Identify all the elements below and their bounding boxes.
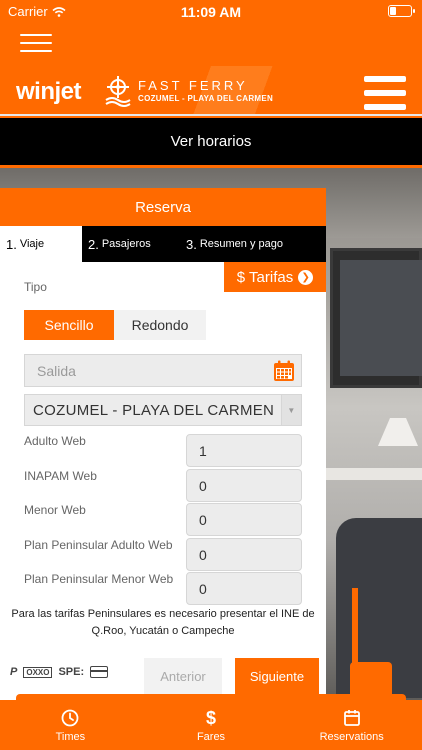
tab-times[interactable]: Times bbox=[0, 700, 141, 750]
app-screen: Carrier 11:09 AM winjet FAST FERRY COZUM… bbox=[0, 0, 422, 750]
route-selected-value: COZUMEL - PLAYA DEL CARMEN bbox=[33, 401, 275, 419]
status-time: 11:09 AM bbox=[180, 4, 242, 20]
chevron-down-icon: ▼ bbox=[281, 395, 301, 425]
tarifas-button[interactable]: $ Tarifas ❯ bbox=[224, 262, 326, 292]
siguiente-button[interactable]: Siguiente bbox=[235, 658, 319, 694]
route-select[interactable]: COZUMEL - PLAYA DEL CARMEN ▼ bbox=[24, 394, 302, 426]
step-resumen-pago[interactable]: 3. Resumen y pago bbox=[180, 226, 326, 262]
chevron-right-circle-icon: ❯ bbox=[298, 269, 314, 285]
oxxo-icon: OXXO bbox=[23, 666, 53, 678]
spei-icon: SPE: bbox=[58, 666, 85, 678]
tab-fares[interactable]: $ Fares bbox=[141, 700, 282, 750]
brand-header: winjet FAST FERRY COZUMEL - PLAYA DEL CA… bbox=[0, 66, 422, 116]
floating-action-button[interactable] bbox=[350, 662, 392, 702]
tab-label: Times bbox=[55, 731, 86, 743]
calendar-icon[interactable] bbox=[273, 360, 295, 382]
pax-menor-input[interactable]: 0 bbox=[186, 503, 302, 536]
pax-row-adulto: Adulto Web 1 bbox=[24, 434, 302, 468]
reserva-card: Reserva 1. Viaje 2. Pasajeros 3. Resumen… bbox=[0, 188, 326, 702]
pax-adulto-input[interactable]: 1 bbox=[186, 434, 302, 467]
pax-row-menor: Menor Web 0 bbox=[24, 503, 302, 537]
brand-product: FAST FERRY bbox=[138, 78, 248, 93]
pax-label: Menor Web bbox=[24, 503, 86, 517]
pax-peninsular-menor-input[interactable]: 0 bbox=[186, 572, 302, 605]
tab-label: Fares bbox=[196, 731, 226, 743]
clock-icon bbox=[61, 707, 79, 729]
pax-peninsular-adulto-input[interactable]: 0 bbox=[186, 538, 302, 571]
pax-label: Adulto Web bbox=[24, 434, 86, 448]
credit-card-icon bbox=[90, 666, 109, 678]
salida-placeholder: Salida bbox=[37, 362, 76, 379]
brand-route-tagline: COZUMEL - PLAYA DEL CARMEN bbox=[138, 94, 274, 103]
ver-horarios-button[interactable]: Ver horarios bbox=[0, 116, 422, 168]
peninsular-notice: Para las tarifas Peninsulares es necesar… bbox=[11, 608, 315, 637]
top-bar: Carrier 11:09 AM bbox=[0, 0, 422, 66]
side-menu-button[interactable] bbox=[20, 34, 52, 52]
tab-reservations[interactable]: Reservations bbox=[281, 700, 422, 750]
pax-inapam-input[interactable]: 0 bbox=[186, 469, 302, 502]
paypal-icon: P bbox=[10, 666, 18, 678]
pax-label: Plan Peninsular Adulto Web bbox=[24, 538, 173, 552]
calendar-icon bbox=[343, 707, 361, 729]
pax-row-peninsular-adulto: Plan Peninsular Adulto Web 0 bbox=[24, 538, 302, 572]
step-label: Viaje bbox=[19, 238, 45, 250]
brand-logo: winjet bbox=[16, 78, 82, 105]
step-number: 3. bbox=[186, 236, 197, 252]
tarifas-label: $ Tarifas bbox=[236, 268, 294, 286]
pax-label: Plan Peninsular Menor Web bbox=[24, 572, 174, 586]
step-label: Resumen y pago bbox=[199, 238, 284, 250]
step-label: Pasajeros bbox=[101, 238, 151, 250]
reserva-steps: 1. Viaje 2. Pasajeros 3. Resumen y pago bbox=[0, 226, 326, 262]
tipo-label: Tipo bbox=[24, 280, 47, 294]
main-menu-button[interactable] bbox=[364, 76, 406, 110]
ship-wheel-icon bbox=[105, 76, 131, 107]
step-number: 2. bbox=[88, 236, 99, 252]
pax-label: INAPAM Web bbox=[24, 469, 97, 483]
step-pasajeros[interactable]: 2. Pasajeros bbox=[82, 226, 180, 262]
tipo-selector: Sencillo Redondo bbox=[24, 310, 206, 340]
salida-date-input[interactable]: Salida bbox=[24, 354, 302, 387]
tipo-option-sencillo[interactable]: Sencillo bbox=[24, 310, 114, 340]
dollar-icon: $ bbox=[206, 707, 217, 728]
tab-label: Reservations bbox=[319, 731, 384, 743]
reserva-title: Reserva bbox=[0, 188, 326, 226]
tab-bar: Times $ Fares Reservations bbox=[0, 700, 422, 750]
step-viaje[interactable]: 1. Viaje bbox=[0, 226, 82, 262]
battery-icon bbox=[388, 5, 415, 17]
step-number: 1. bbox=[6, 236, 17, 252]
pax-row-peninsular-menor: Plan Peninsular Menor Web 0 bbox=[24, 572, 302, 606]
pax-row-inapam: INAPAM Web 0 bbox=[24, 469, 302, 503]
payment-methods: P OXXO SPE: bbox=[10, 666, 109, 678]
anterior-button[interactable]: Anterior bbox=[144, 658, 222, 694]
status-bar: Carrier 11:09 AM bbox=[0, 0, 422, 22]
tipo-option-redondo[interactable]: Redondo bbox=[114, 310, 206, 340]
